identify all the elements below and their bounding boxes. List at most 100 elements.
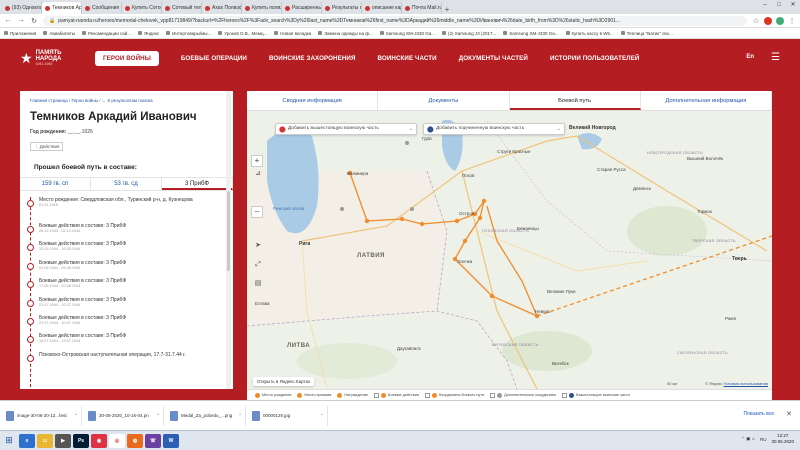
back-to-results-link[interactable]: ← К результатам поиска xyxy=(102,98,153,103)
legend-checkbox[interactable] xyxy=(490,392,496,398)
terms-link[interactable]: Условия использования xyxy=(724,381,768,386)
download-item[interactable]: Medal_Za_pobedu_...png ⌃ xyxy=(168,405,246,426)
nav-item[interactable]: ГЕРОИ ВОЙНЫ xyxy=(95,50,159,66)
map-locate-icon[interactable]: ➤ xyxy=(253,241,263,251)
unit-tab[interactable]: 159 гв. сп xyxy=(20,178,91,190)
open-in-yandex-button[interactable]: Открыть в Яндекс.Картах xyxy=(253,377,315,386)
media-icon[interactable]: ▶ xyxy=(55,433,71,448)
legend-item[interactable]: Награждение xyxy=(337,392,368,398)
bookmark-item[interactable]: (2) Samsung J3 (2017... xyxy=(441,31,496,36)
browser-tab[interactable]: описание карты xyxy=(362,2,402,14)
browser-tab[interactable]: Почта Mail.ru xyxy=(402,2,442,14)
nav-item[interactable]: ВОИНСКИЕ ЧАСТИ xyxy=(378,55,437,62)
viber-icon[interactable]: ☏ xyxy=(145,433,161,448)
map-layers-icon[interactable]: ▤ xyxy=(253,279,263,289)
legend-checkbox[interactable] xyxy=(562,392,568,398)
browser-tab[interactable]: Сообщения xyxy=(82,2,122,14)
info-tab[interactable]: Боевой путь xyxy=(509,91,641,110)
unit-tab[interactable]: 3 ПрибФ xyxy=(162,178,233,190)
bookmark-item[interactable]: Новая вкладка xyxy=(274,31,311,36)
star-icon[interactable]: ☆ xyxy=(752,17,760,25)
info-tab[interactable]: Дополнительная информация xyxy=(641,91,772,110)
clock[interactable]: 12:27 30.06.2020 xyxy=(771,433,794,445)
timeline-item[interactable]: Боевые действия в составе: 3 ПрибФ 17.06.… xyxy=(24,278,227,296)
timeline-item[interactable]: Псковско-Островская наступательная опера… xyxy=(24,352,227,370)
reload-icon[interactable]: ↻ xyxy=(30,17,38,25)
battle-route-map[interactable]: ⬤ Добавить вышестоящую воинскую часть ⌄ ⬤ Д… xyxy=(247,111,772,389)
bookmark-item[interactable]: Рекомендации сай... xyxy=(82,31,131,36)
browser-tab[interactable]: (93) Одноклассн xyxy=(2,2,42,14)
timeline-item[interactable]: Боевые действия в составе: 3 ПрибФ 15.07.… xyxy=(24,333,227,351)
bookmark-item[interactable]: Купить кассу в Wb... xyxy=(565,31,614,36)
close-window-button[interactable]: ✕ xyxy=(786,0,800,10)
parent-unit-select[interactable]: ⬤ Добавить вышестоящую воинскую часть ⌄ xyxy=(275,123,417,135)
photoshop-icon[interactable]: Ps xyxy=(73,433,89,448)
actions-button[interactable]: ⋮ Действия xyxy=(30,142,63,151)
timeline-item[interactable]: Место рождения: Свердловская обл., Турин… xyxy=(24,197,227,223)
browser-tab[interactable]: Расширенный п xyxy=(282,2,322,14)
map-fullscreen-icon[interactable]: ⤢ xyxy=(253,261,263,271)
word-icon[interactable]: W xyxy=(163,433,179,448)
chevron-up-icon[interactable]: ⌃ xyxy=(238,413,242,419)
app-icon[interactable]: ◉ xyxy=(91,433,107,448)
timeline-item[interactable]: Боевые действия в составе: 3 ПрибФ 07.07.… xyxy=(24,315,227,333)
nav-item[interactable]: ИСТОРИИ ПОЛЬЗОВАТЕЛЕЙ xyxy=(550,55,640,62)
nav-item[interactable]: ДОКУМЕНТЫ ЧАСТЕЙ xyxy=(459,55,528,62)
hamburger-menu-icon[interactable]: ☰ xyxy=(771,52,780,63)
legend-checkbox[interactable] xyxy=(424,392,430,398)
bookmark-item[interactable]: Интертовары/мы... xyxy=(166,31,211,36)
download-item[interactable]: 00000129.jpg ⌃ xyxy=(250,405,328,426)
ie-icon[interactable]: e xyxy=(19,433,35,448)
legend-item[interactable]: Место рождения xyxy=(255,392,291,398)
browser-tab[interactable]: Купить Сотовый xyxy=(122,2,162,14)
timeline-item[interactable]: Боевые действия в составе: 3 ПрибФ 26.12.… xyxy=(24,223,227,241)
nav-item[interactable]: ВОИНСКИЕ ЗАХОРОНЕНИЯ xyxy=(269,55,356,62)
maximize-button[interactable]: □ xyxy=(772,0,786,10)
bookmark-item[interactable]: Теплица "Батик" сво... xyxy=(620,31,673,36)
legend-item[interactable]: Вышестоящие воинские части xyxy=(562,392,630,398)
info-tab[interactable]: Сводная информация xyxy=(247,91,379,110)
browser-tab[interactable]: Сотовый телефо xyxy=(162,2,202,14)
language-indicator[interactable]: RU xyxy=(760,437,767,442)
panel-scrollbar[interactable] xyxy=(226,91,231,390)
browser-tab[interactable]: Ахах Полиэфир xyxy=(202,2,242,14)
chrome-icon[interactable]: ◎ xyxy=(109,433,125,448)
site-logo[interactable]: ★ ПАМЯТЬ НАРОДА 1941-1945 xyxy=(20,50,95,67)
info-tab[interactable]: Документы xyxy=(378,91,510,110)
windows-start-icon[interactable]: ⊞ xyxy=(0,435,18,446)
timeline-item[interactable]: Боевые действия в составе: 3 ПрибФ 01.06.… xyxy=(24,260,227,278)
close-downloads-icon[interactable]: ✕ xyxy=(786,410,792,418)
scroll-thumb[interactable] xyxy=(227,191,230,271)
child-unit-select[interactable]: ⬤ Добавить подчиненную воинскую часть ⌄ xyxy=(423,123,565,135)
browser-tab[interactable]: Купить полиэфир xyxy=(242,2,282,14)
new-tab-button[interactable]: + xyxy=(442,5,452,14)
browser-tab[interactable]: Результаты поис xyxy=(322,2,362,14)
show-all-downloads-link[interactable]: Показать все xyxy=(743,411,774,417)
forward-icon[interactable]: → xyxy=(17,17,25,24)
minimize-button[interactable]: – xyxy=(758,0,772,10)
bookmark-item[interactable]: Яндекс xyxy=(138,31,159,36)
download-item[interactable]: 30-06-2020_10-16-04.pn ⌃ xyxy=(86,405,164,426)
bookmark-item[interactable]: Samsung SM-J330 Ga... xyxy=(379,31,435,36)
nav-item[interactable]: БОЕВЫЕ ОПЕРАЦИИ xyxy=(181,55,247,62)
firefox-icon[interactable]: ◍ xyxy=(127,433,143,448)
legend-item[interactable]: Боевые действия xyxy=(374,392,419,398)
url-field[interactable]: 🔒 pamyat-naroda.ru/heroes/memorial-chelov… xyxy=(43,15,747,26)
breadcrumb-home[interactable]: Главная страница xyxy=(30,98,68,103)
bookmark-item[interactable]: Уроков О.В., Мемц... xyxy=(218,31,267,36)
chevron-up-icon[interactable]: ⌃ xyxy=(156,413,160,419)
record-icon[interactable] xyxy=(764,16,772,25)
map-ruler-icon[interactable]: ⊿ xyxy=(253,169,263,179)
legend-item[interactable]: Координаты боевого пути xyxy=(424,392,484,398)
download-item[interactable]: image-30-06-20-12...heic ⌃ xyxy=(4,405,82,426)
bookmark-item[interactable]: Samsung SM-J330 Ga... xyxy=(503,31,559,36)
bookmark-item[interactable]: Авиабилеты xyxy=(43,31,75,36)
bookmark-item[interactable]: Приложения xyxy=(4,31,36,36)
legend-item[interactable]: Дополнительные координаты xyxy=(490,392,556,398)
language-switch[interactable]: En xyxy=(746,54,754,60)
legend-checkbox[interactable] xyxy=(374,392,380,398)
explorer-icon[interactable]: ▭ xyxy=(37,433,53,448)
back-icon[interactable]: ← xyxy=(4,17,12,24)
profile-avatar[interactable] xyxy=(776,16,784,25)
timeline-item[interactable]: Боевые действия в составе: 3 ПрибФ 12.05.… xyxy=(24,241,227,259)
